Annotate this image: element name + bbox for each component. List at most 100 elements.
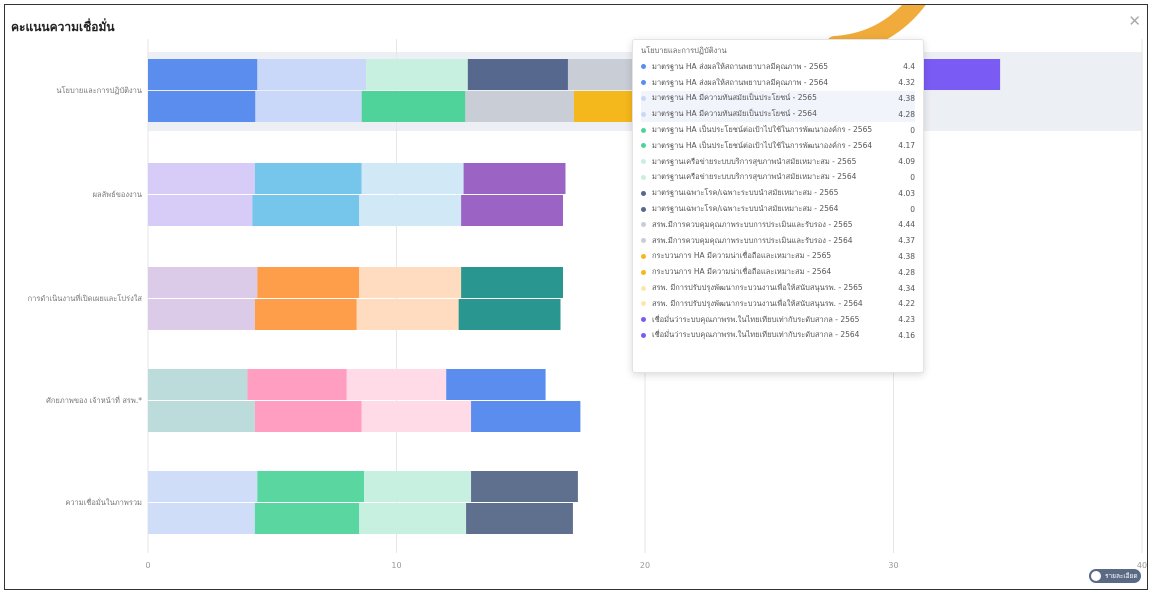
bar-segment[interactable] [148,163,255,194]
tooltip-row-value: 4.09 [898,157,915,167]
legend-dot-icon [641,64,646,70]
tooltip-row-label: มาตรฐานเครือข่ายระบบบริการสุขภาพนำสมัยเห… [652,172,857,182]
x-tick-label: 20 [640,561,650,570]
x-tick-label: 10 [391,561,401,570]
x-tick-label: 30 [888,561,898,570]
bar-segment[interactable] [148,195,253,226]
bar-segment[interactable] [461,267,563,298]
legend-dot-icon [641,174,646,180]
bar-segment[interactable] [361,401,472,432]
bar-segment[interactable] [458,299,561,330]
legend-dot-icon [641,222,646,228]
toggle-knob [1091,571,1101,581]
bar-segment[interactable] [359,503,467,534]
bar-segment[interactable] [148,91,256,122]
x-tick-label: 0 [145,561,150,570]
legend-dot-icon [641,238,646,244]
tooltip-row-value: 4.37 [898,236,915,246]
legend-dot-icon [641,253,646,259]
tooltip-row: มาตรฐาน HA มีความทันสมัยเป็นประโยชน์ - 2… [641,106,915,123]
bar-segment[interactable] [254,163,362,194]
bar-segment[interactable] [257,267,360,298]
bar-segment[interactable] [148,267,258,298]
tooltip-row: เชื่อมั่นว่าระบบคุณภาพรพ.ในไทยเทียบเท่าก… [641,312,915,328]
legend-dot-icon [641,317,646,323]
tooltip-row-label: มาตรฐาน HA มีความทันสมัยเป็นประโยชน์ - 2… [652,93,817,103]
bar-segment[interactable] [252,195,360,226]
legend-dot-icon [641,111,646,117]
tooltip-rows: มาตรฐาน HA ส่งผลให้สถานพยาบาลมีคุณภาพ - … [641,59,915,343]
tooltip-row-value: 4.28 [898,109,915,119]
tooltip-row-label: มาตรฐาน HA มีความทันสมัยเป็นประโยชน์ - 2… [652,109,817,119]
bar-segment[interactable] [361,91,466,122]
tooltip-row-value: 4.32 [898,78,915,88]
tooltip-row: มาตรฐาน HA มีความทันสมัยเป็นประโยชน์ - 2… [641,90,915,107]
tooltip-row-label: สรพ. มีการปรับปรุงพัฒนากระบวนงานเพื่อให้… [652,283,863,293]
tooltip-row-label: มาตรฐานเฉพาะโรค/เฉพาะระบบนำสมัยเหมาะสม -… [652,188,839,198]
bar-segment[interactable] [364,471,472,502]
chart-panel: คะแนนความเชื่อมั่น ✕ 0 10 20 30 40 นโยบายและก… [4,4,1148,590]
toggle-label: รายละเอียด [1105,572,1138,580]
tooltip-row-value: 4.38 [898,93,915,103]
legend-dot-icon [641,269,646,275]
bar-segment[interactable] [247,369,347,400]
bar-segment[interactable] [148,59,258,90]
legend-dot-icon [641,80,646,86]
bar-segment[interactable] [257,59,367,90]
tooltip-row: สรพ.มีการควบคุมคุณภาพระบบการประเมินและรั… [641,217,915,233]
bar-segment[interactable] [356,299,459,330]
tooltip-row-label: เชื่อมั่นว่าระบบคุณภาพรพ.ในไทยเทียบเท่าก… [652,330,860,340]
tooltip-row: กระบวนการ HA มีความน่าเชื่อถือและเหมาะสม… [641,264,915,280]
category-label: ศักยภาพของ เจ้าหน้าที่ สรพ.* [46,395,142,405]
x-tick-label: 40 [1137,561,1147,570]
tooltip-row-value: 4.16 [898,330,915,340]
category-label: ผลลัพธ์ของงาน [93,190,142,199]
bar-segment[interactable] [446,369,546,400]
tooltip-row-value: 4.03 [898,188,915,198]
legend-dot-icon [641,127,646,133]
bar-segment[interactable] [254,401,362,432]
bar-segment[interactable] [366,59,468,90]
bar-segment[interactable] [148,503,255,534]
details-toggle[interactable]: รายละเอียด [1089,569,1141,583]
legend-dot-icon [641,143,646,149]
bar-segment[interactable] [148,401,255,432]
bar-segment[interactable] [361,163,464,194]
bar-segment[interactable] [467,59,568,90]
chart-tooltip: นโยบายและการปฏิบัติงาน มาตรฐาน HA ส่งผลใ… [632,39,924,373]
tooltip-row-value: 0 [910,172,915,182]
bar-segment[interactable] [148,299,255,330]
legend-dot-icon [641,206,646,212]
tooltip-row-value: 4.22 [898,299,915,309]
tooltip-row: สรพ. มีการปรับปรุงพัฒนากระบวนงานเพื่อให้… [641,280,915,296]
tooltip-row: กระบวนการ HA มีความน่าเชื่อถือและเหมาะสม… [641,249,915,265]
bar-segment[interactable] [466,503,573,534]
bar-segment[interactable] [471,401,581,432]
tooltip-row: สรพ.มีการควบคุมคุณภาพระบบการประเมินและรั… [641,233,915,249]
tooltip-row: มาตรฐาน HA ส่งผลให้สถานพยาบาลมีคุณภาพ - … [641,75,915,91]
tooltip-row-value: 0 [910,125,915,135]
bar-segment[interactable] [255,91,362,122]
bar-segment[interactable] [257,471,365,502]
category-label: ความเชื่อมั่นในภาพรวม [65,497,142,507]
bar-segment[interactable] [254,299,357,330]
bar-segment[interactable] [346,369,447,400]
tooltip-row-label: มาตรฐานเครือข่ายระบบบริการสุขภาพนำสมัยเห… [652,156,857,166]
legend-dot-icon [641,332,646,338]
bar-segment[interactable] [465,91,574,122]
tooltip-row: มาตรฐานเฉพาะโรค/เฉพาะระบบนำสมัยเหมาะสม -… [641,201,915,217]
tooltip-row: มาตรฐานเครือข่ายระบบบริการสุขภาพนำสมัยเห… [641,154,915,170]
bar-segment[interactable] [148,369,248,400]
tooltip-row-label: มาตรฐานเฉพาะโรค/เฉพาะระบบนำสมัยเหมาะสม -… [652,204,839,214]
tooltip-row-value: 4.17 [898,141,915,151]
bar-segment[interactable] [463,163,566,194]
tooltip-row-value: 4.4 [903,62,915,72]
tooltip-row-value: 4.23 [898,315,915,325]
bar-segment[interactable] [461,195,563,226]
bar-segment[interactable] [359,267,462,298]
bar-segment[interactable] [359,195,462,226]
bar-segment[interactable] [148,471,258,502]
bar-segment[interactable] [254,503,360,534]
bar-segment[interactable] [471,471,578,502]
tooltip-row-label: สรพ.มีการควบคุมคุณภาพระบบการประเมินและรั… [652,235,853,245]
